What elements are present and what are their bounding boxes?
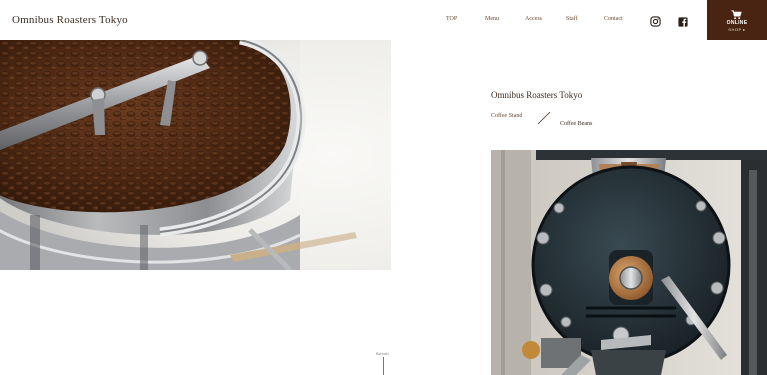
breadcrumb-coffee-beans[interactable]: Coffee Beans (560, 121, 592, 127)
roaster-image (491, 150, 767, 375)
online-shop-button[interactable]: ONLINE SHOP ▸ (707, 0, 767, 40)
scroll-indicator-line (383, 357, 384, 375)
hero-image (0, 40, 391, 270)
breadcrumb-separator (537, 111, 551, 130)
breadcrumb-coffee-stand[interactable]: Coffee Stand (491, 113, 522, 119)
scroll-indicator-label: Scroll (376, 351, 390, 356)
nav-item-menu[interactable]: Menu (485, 16, 499, 22)
site-logo[interactable]: Omnibus Roasters Tokyo (12, 14, 128, 26)
nav-item-access[interactable]: Access (525, 16, 542, 22)
online-shop-label: ONLINE (726, 20, 748, 26)
facebook-icon[interactable] (678, 14, 688, 32)
online-shop-sub: SHOP ▸ (728, 27, 746, 32)
instagram-icon[interactable] (650, 14, 661, 32)
nav-item-top[interactable]: TOP (446, 16, 457, 22)
section-title: Omnibus Roasters Tokyo (491, 90, 583, 100)
nav-item-staff[interactable]: Staff (566, 16, 578, 22)
nav-item-contact[interactable]: Contact (604, 16, 623, 22)
